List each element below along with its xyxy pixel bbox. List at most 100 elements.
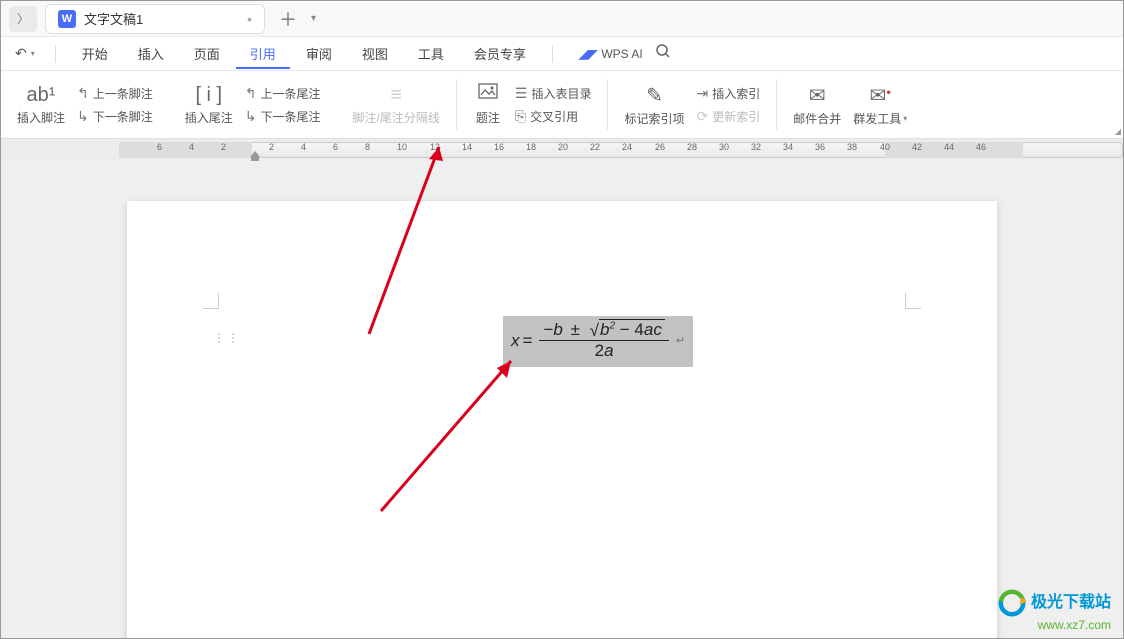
page[interactable]: x = −b ± b2 − 4ac 2a ↵ [127, 201, 997, 638]
separator [55, 45, 56, 63]
title-tab-bar: 〉 W 文字文稿1 • ＋ ▾ [1, 1, 1123, 37]
watermark-name: 极光下载站 [1031, 593, 1111, 612]
eq-var: b [553, 320, 562, 339]
next-icon: ↳ [245, 108, 257, 125]
ai-icon: ◢◤ [579, 47, 597, 61]
margin-corner-icon [203, 293, 219, 309]
eq-text: − 4 [615, 320, 644, 339]
caption-button[interactable]: 题注 [467, 79, 509, 130]
undo-button[interactable]: ↶ ▾ [7, 41, 43, 66]
watermark-logo-icon [997, 588, 1027, 618]
label: 群发工具 [853, 110, 901, 127]
label: 上一条脚注 [93, 85, 153, 102]
label: 标记索引项 [624, 110, 684, 127]
label: 脚注/尾注分隔线 [353, 109, 440, 126]
document-tab[interactable]: W 文字文稿1 • [45, 4, 265, 34]
separator [552, 45, 553, 63]
eq-sqrt: b2 − 4ac [588, 320, 665, 339]
update-index-button: ⟳更新索引 [696, 108, 760, 125]
prev-endnote-button[interactable]: ↰上一条尾注 [245, 85, 321, 102]
eq-var: c [653, 320, 662, 339]
bulk-mail-icon: ✉● [869, 83, 891, 108]
ribbon-endnote-group: [ i ] 插入尾注 ↰上一条尾注 ↳下一条尾注 [169, 71, 337, 138]
insert-index-icon: ⇥ [696, 85, 708, 102]
cross-reference-button[interactable]: ⎘交叉引用 [515, 108, 592, 125]
ribbon-index-group: ✎ 标记索引项 ⇥插入索引 ⟳更新索引 [608, 71, 776, 138]
bulk-send-button[interactable]: ✉● 群发工具▾ [847, 79, 913, 131]
eq-sign: − [543, 320, 553, 339]
index-icon: ✎ [646, 83, 663, 108]
ribbon-expand-icon[interactable]: ◢ [1115, 127, 1121, 136]
word-doc-icon: W [58, 10, 76, 28]
menu-tools[interactable]: 工具 [404, 38, 458, 69]
footnote-separator-button: ≡ 脚注/尾注分隔线 [347, 80, 446, 130]
insert-footnote-button[interactable]: ab¹ 插入脚注 [11, 80, 71, 130]
tab-history-button[interactable]: 〉 [9, 6, 37, 32]
eq-equals: = [523, 331, 533, 351]
eq-var: a [604, 341, 613, 360]
menu-references[interactable]: 引用 [236, 38, 290, 69]
wps-ai-button[interactable]: ◢◤ WPS AI [579, 47, 643, 61]
document-canvas[interactable]: x = −b ± b2 − 4ac 2a ↵ [1, 161, 1123, 638]
new-tab-button[interactable]: ＋ [273, 6, 303, 32]
ribbon-mail-group: ✉ 邮件合并 ✉● 群发工具▾ [777, 71, 923, 138]
horizontal-ruler[interactable]: 6422468101214161820222426283032343638404… [1, 139, 1123, 161]
table-icon: ☰ [515, 85, 528, 102]
label: 上一条尾注 [261, 85, 321, 102]
label: 邮件合并 [793, 110, 841, 127]
indent-marker[interactable] [250, 151, 260, 161]
mark-index-button[interactable]: ✎ 标记索引项 [618, 79, 690, 131]
insert-index-button[interactable]: ⇥插入索引 [696, 85, 760, 102]
insert-endnote-button[interactable]: [ i ] 插入尾注 [179, 80, 239, 130]
label: 插入脚注 [17, 109, 65, 126]
margin-corner-icon [905, 293, 921, 309]
label: 插入表目录 [531, 85, 591, 102]
search-icon[interactable] [655, 43, 671, 64]
footnote-icon: ab¹ [27, 84, 56, 107]
prev-icon: ↰ [245, 85, 257, 102]
separator-icon: ≡ [390, 84, 402, 107]
mail-icon: ✉ [809, 83, 826, 108]
watermark: 极光下载站 www.xz7.com [997, 588, 1111, 632]
ribbon-footnote-group: ab¹ 插入脚注 ↰上一条脚注 ↳下一条脚注 [1, 71, 169, 138]
label: 下一条尾注 [261, 108, 321, 125]
eq-num: 2 [595, 341, 604, 360]
eq-var: a [644, 320, 653, 339]
menu-member[interactable]: 会员专享 [460, 38, 540, 69]
insert-figure-table-button[interactable]: ☰插入表目录 [515, 85, 592, 102]
menu-view[interactable]: 视图 [348, 38, 402, 69]
eq-pm: ± [571, 320, 580, 339]
ribbon-toolbar: ab¹ 插入脚注 ↰上一条脚注 ↳下一条脚注 [ i ] 插入尾注 ↰上一条尾注… [1, 71, 1123, 139]
equation-object[interactable]: x = −b ± b2 − 4ac 2a ↵ [503, 316, 693, 367]
caption-icon [478, 83, 498, 107]
prev-footnote-button[interactable]: ↰上一条脚注 [77, 85, 153, 102]
update-icon: ⟳ [696, 108, 708, 125]
label: 插入尾注 [185, 109, 233, 126]
object-drag-handle-icon[interactable] [213, 331, 241, 345]
menu-bar: ↶ ▾ 开始 插入 页面 引用 审阅 视图 工具 会员专享 ◢◤ WPS AI [1, 37, 1123, 71]
watermark-url: www.xz7.com [997, 618, 1111, 632]
paragraph-mark-icon: ↵ [676, 334, 685, 347]
label: 题注 [476, 109, 500, 126]
label: 更新索引 [712, 108, 760, 125]
tab-dropdown-icon[interactable]: ▾ [311, 13, 316, 24]
prev-icon: ↰ [77, 85, 89, 102]
wps-ai-label: WPS AI [601, 47, 642, 61]
label: 下一条脚注 [93, 108, 153, 125]
label: 交叉引用 [530, 108, 578, 125]
eq-var: x [511, 331, 520, 351]
tab-close-icon[interactable]: • [247, 11, 252, 27]
menu-review[interactable]: 审阅 [292, 38, 346, 69]
next-endnote-button[interactable]: ↳下一条尾注 [245, 108, 321, 125]
next-footnote-button[interactable]: ↳下一条脚注 [77, 108, 153, 125]
menu-insert[interactable]: 插入 [124, 38, 178, 69]
endnote-icon: [ i ] [195, 84, 222, 107]
menu-home[interactable]: 开始 [68, 38, 122, 69]
document-title: 文字文稿1 [84, 9, 239, 28]
menu-page[interactable]: 页面 [180, 38, 234, 69]
ribbon-separator-group: ≡ 脚注/尾注分隔线 [337, 71, 456, 138]
ribbon-caption-group: 题注 ☰插入表目录 ⎘交叉引用 [457, 71, 608, 138]
mail-merge-button[interactable]: ✉ 邮件合并 [787, 79, 847, 131]
eq-fraction: −b ± b2 − 4ac 2a [539, 320, 668, 361]
next-icon: ↳ [77, 108, 89, 125]
